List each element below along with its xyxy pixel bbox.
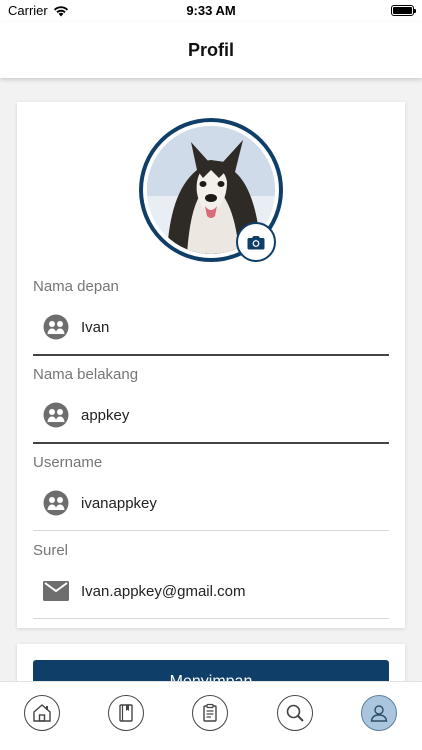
first-name-input[interactable]: Ivan bbox=[81, 319, 109, 336]
person-icon bbox=[43, 490, 69, 516]
field-underline bbox=[33, 530, 389, 531]
camera-icon bbox=[247, 235, 265, 249]
person-icon bbox=[43, 314, 69, 340]
email-input[interactable]: Ivan.appkey@gmail.com bbox=[81, 583, 245, 600]
mail-icon bbox=[43, 581, 69, 601]
status-bar: Carrier 9:33 AM bbox=[0, 0, 422, 22]
tab-tasks[interactable] bbox=[192, 695, 228, 731]
last-name-input[interactable]: appkey bbox=[81, 407, 129, 424]
first-name-label: Nama depan bbox=[33, 278, 119, 295]
username-field[interactable]: Username ivanappkey bbox=[33, 454, 389, 531]
tab-search[interactable] bbox=[277, 695, 313, 731]
status-time: 9:33 AM bbox=[186, 3, 236, 18]
tab-profile[interactable] bbox=[361, 695, 397, 731]
tab-bar bbox=[0, 681, 422, 750]
book-icon bbox=[119, 704, 133, 722]
email-field[interactable]: Surel Ivan.appkey@gmail.com bbox=[33, 542, 389, 619]
tab-home[interactable] bbox=[24, 695, 60, 731]
home-icon bbox=[33, 704, 51, 722]
search-icon bbox=[286, 704, 304, 722]
last-name-label: Nama belakang bbox=[33, 366, 139, 383]
email-label: Surel bbox=[33, 542, 69, 559]
field-underline bbox=[33, 442, 389, 444]
profile-card: Nama depan Ivan Nama belakang appkey Use… bbox=[17, 102, 405, 628]
last-name-field[interactable]: Nama belakang appkey bbox=[33, 366, 389, 444]
username-label: Username bbox=[33, 454, 103, 471]
battery-icon bbox=[391, 5, 416, 16]
nav-bar: Profil bbox=[0, 22, 422, 78]
field-underline bbox=[33, 354, 389, 356]
field-underline bbox=[33, 618, 389, 619]
first-name-field[interactable]: Nama depan Ivan bbox=[33, 278, 389, 356]
clipboard-icon bbox=[203, 703, 217, 722]
tab-books[interactable] bbox=[108, 695, 144, 731]
profile-icon bbox=[370, 705, 388, 722]
page-title: Profil bbox=[187, 39, 234, 60]
person-icon bbox=[43, 402, 69, 428]
username-input[interactable]: ivanappkey bbox=[81, 495, 157, 512]
change-photo-button[interactable] bbox=[236, 222, 276, 262]
